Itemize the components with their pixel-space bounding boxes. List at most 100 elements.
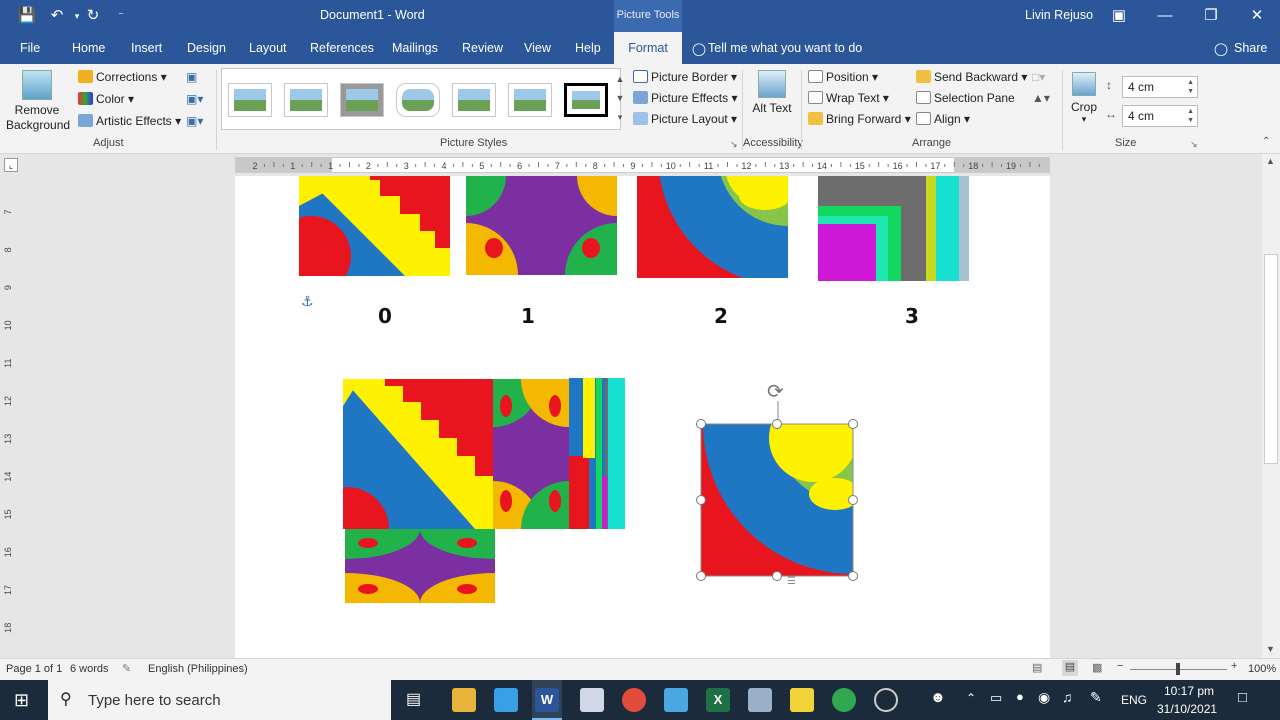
height-field[interactable]: 4 cm ▲ ▼	[1122, 76, 1198, 98]
minimize-button[interactable]: —	[1142, 0, 1188, 32]
tab-view[interactable]: View	[524, 41, 551, 55]
read-mode-icon[interactable]: ▤	[1032, 661, 1042, 674]
picture-border-button[interactable]: Picture Border ▾	[633, 70, 737, 84]
undo-icon[interactable]: ↶	[46, 6, 68, 26]
volume-icon[interactable]: ♫	[1062, 689, 1073, 705]
close-button[interactable]: ✕	[1234, 0, 1280, 32]
resize-handle-e[interactable]	[848, 495, 858, 505]
tab-insert[interactable]: Insert	[131, 41, 162, 55]
width-field[interactable]: 4 cm ▲ ▼	[1122, 105, 1198, 127]
tab-review[interactable]: Review	[462, 41, 503, 55]
anchor-icon[interactable]: ⚓	[301, 294, 314, 310]
tell-me-search[interactable]: Tell me what you want to do	[708, 41, 862, 55]
network-icon[interactable]: ◉	[1038, 689, 1050, 706]
horizontal-ruler[interactable]: ⌞ 2 1 1 2 3 4 5 6 7 8 9 10 11 12 13 14 15 16 17 18 19	[0, 154, 1280, 176]
picture-style-2[interactable]	[284, 83, 328, 117]
scroll-up-icon[interactable]: ▲	[1266, 156, 1275, 166]
file-explorer-icon[interactable]	[452, 688, 476, 712]
tile-0-image[interactable]	[271, 176, 450, 296]
paint-icon[interactable]	[580, 688, 604, 712]
zoom-slider-thumb[interactable]	[1176, 663, 1180, 675]
picture-style-6[interactable]	[508, 83, 552, 117]
zoom-level[interactable]: 100%	[1248, 663, 1276, 675]
pen-icon[interactable]: ✎	[1090, 689, 1102, 706]
print-layout-icon[interactable]: ▤	[1062, 660, 1078, 676]
tab-design[interactable]: Design	[187, 41, 226, 55]
layout-options-icon[interactable]: ☰	[787, 576, 796, 587]
alt-text-button[interactable]: Alt Text	[752, 68, 792, 134]
notifications-icon[interactable]: □	[1238, 689, 1247, 706]
customize-qat-icon[interactable]: ⁻	[110, 6, 132, 26]
language-status[interactable]: English (Philippines)	[148, 663, 248, 675]
dialog-launcher-icon[interactable]: ↘	[730, 139, 738, 150]
tab-format[interactable]: Format	[614, 32, 682, 65]
show-hidden-icons[interactable]: ⌃	[966, 691, 976, 705]
resize-handle-sw[interactable]	[696, 571, 706, 581]
group-objects-icon[interactable]: □▾	[1032, 70, 1045, 84]
clock-time[interactable]: 10:17 pm	[1164, 684, 1214, 698]
input-language[interactable]: ENG	[1121, 693, 1147, 707]
picture-style-3[interactable]	[340, 83, 384, 117]
corrections-button[interactable]: Corrections ▾	[78, 70, 167, 84]
excel-icon[interactable]: X	[706, 688, 730, 712]
zoom-out-icon[interactable]: −	[1117, 660, 1123, 672]
picture-effects-button[interactable]: Picture Effects ▾	[633, 91, 738, 105]
picture-styles-gallery[interactable]	[221, 68, 621, 130]
picture-style-1[interactable]	[228, 83, 272, 117]
word-taskbar-button[interactable]: W	[532, 680, 562, 720]
redo-icon[interactable]: ↻	[82, 6, 104, 26]
proofing-icon[interactable]: ✎	[122, 662, 131, 675]
vertical-ruler[interactable]: 7 8 9 10 11 12 13 14 15 16 17 18	[0, 176, 22, 658]
wrap-text-button[interactable]: Wrap Text ▾	[808, 91, 889, 105]
sticky-notes-icon[interactable]	[790, 688, 814, 712]
tab-help[interactable]: Help	[575, 41, 601, 55]
ribbon-display-options-icon[interactable]: ▣	[1096, 0, 1142, 32]
tile-3-image[interactable]	[818, 176, 969, 281]
send-backward-button[interactable]: Send Backward ▾	[916, 70, 1027, 84]
clock-date[interactable]: 31/10/2021	[1157, 702, 1217, 716]
vertical-scrollbar[interactable]: ▲ ▼	[1262, 154, 1280, 658]
document-page[interactable]: ⚓ ⟳ ☰ 0 1 2 3	[235, 176, 1050, 658]
change-picture-icon[interactable]: ▣▾	[186, 92, 203, 106]
position-button[interactable]: Position ▾	[808, 70, 878, 84]
save-icon[interactable]: 💾	[16, 6, 38, 26]
rotate-objects-icon[interactable]: ▲▾	[1032, 91, 1050, 105]
tile-1-image[interactable]	[414, 176, 669, 327]
tab-layout[interactable]: Layout	[249, 41, 287, 55]
picture-style-7[interactable]	[564, 83, 608, 117]
restore-button[interactable]: ❐	[1188, 0, 1234, 32]
resize-handle-s[interactable]	[772, 571, 782, 581]
scroll-down-icon[interactable]: ▼	[1266, 644, 1275, 654]
user-name[interactable]: Livin Rejuso	[1025, 8, 1093, 22]
selection-pane-button[interactable]: Selection Pane	[916, 91, 1015, 105]
picture-layout-button[interactable]: Picture Layout ▾	[633, 112, 737, 126]
people-icon[interactable]: ☻	[930, 689, 946, 706]
chrome-icon[interactable]	[622, 688, 646, 712]
app-icon-2[interactable]	[664, 688, 688, 712]
web-layout-icon[interactable]: ▩	[1092, 661, 1102, 674]
artistic-effects-button[interactable]: Artistic Effects ▾	[78, 114, 181, 128]
page-count[interactable]: Page 1 of 1	[6, 663, 62, 675]
picture-style-5[interactable]	[452, 83, 496, 117]
battery-icon[interactable]: ▭	[990, 690, 1002, 706]
collapse-ribbon-icon[interactable]: ⌃	[1262, 136, 1270, 147]
windows-start-icon[interactable]: ⊞	[14, 691, 31, 709]
zoom-in-icon[interactable]: +	[1231, 660, 1237, 672]
resize-handle-se[interactable]	[848, 571, 858, 581]
resize-handle-n[interactable]	[772, 419, 782, 429]
paint-3d-icon[interactable]	[748, 688, 772, 712]
tab-selector[interactable]: ⌞	[4, 158, 18, 172]
chrome-profile-icon[interactable]	[832, 688, 856, 712]
share-button[interactable]: Share	[1234, 41, 1267, 55]
color-button[interactable]: Color ▾	[78, 92, 134, 106]
rotate-handle-icon[interactable]: ⟳	[767, 379, 784, 403]
app-icon[interactable]	[494, 688, 518, 712]
reset-picture-icon[interactable]: ▣▾	[186, 114, 203, 128]
size-dialog-launcher-icon[interactable]: ↘	[1190, 139, 1198, 150]
tab-references[interactable]: References	[310, 41, 374, 55]
compress-pictures-icon[interactable]: ▣	[186, 70, 197, 84]
picture-style-4[interactable]	[396, 83, 440, 117]
bring-forward-button[interactable]: Bring Forward ▾	[808, 112, 911, 126]
word-count[interactable]: 6 words	[70, 663, 109, 675]
crop-button[interactable]: Crop ▾	[1068, 70, 1100, 132]
